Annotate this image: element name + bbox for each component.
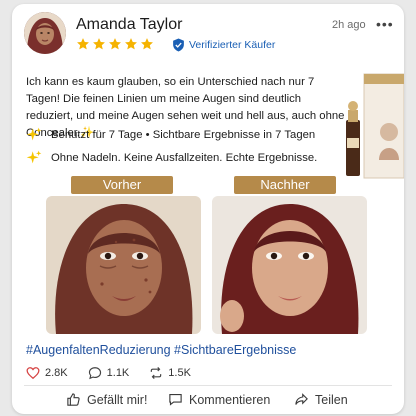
more-options-button[interactable]: ••• bbox=[376, 16, 394, 32]
star-icon bbox=[93, 38, 105, 50]
post-card: Amanda Taylor Verifizierter Käufer 2h ag… bbox=[12, 4, 404, 414]
before-label: Vorher bbox=[71, 176, 173, 194]
before-photo[interactable] bbox=[46, 196, 201, 334]
star-icon bbox=[109, 38, 121, 50]
share-button[interactable]: Teilen bbox=[294, 392, 348, 407]
comment-button[interactable]: Kommentieren bbox=[168, 392, 270, 407]
bullet-text: Benutzt für 7 Tage • Sichtbare Ergebniss… bbox=[51, 129, 316, 141]
likes-count: 2.8K bbox=[45, 367, 68, 379]
comment-label: Kommentieren bbox=[189, 392, 271, 407]
star-icon bbox=[125, 38, 137, 50]
bullet-item: Ohne Nadeln. Keine Ausfallzeiten. Echte … bbox=[26, 150, 317, 166]
repost-icon bbox=[151, 367, 162, 379]
post-header: Amanda Taylor Verifizierter Käufer 2h ag… bbox=[12, 4, 404, 64]
comments-stat[interactable]: 1.1K bbox=[88, 366, 130, 380]
reposts-stat[interactable]: 1.5K bbox=[149, 366, 191, 380]
post-actions: Gefällt mir! Kommentieren Teilen bbox=[12, 392, 404, 412]
sparkle-icon bbox=[26, 150, 42, 164]
likes-stat[interactable]: 2.8K bbox=[26, 366, 68, 380]
bullet-item: Benutzt für 7 Tage • Sichtbare Ergebniss… bbox=[26, 127, 315, 143]
reposts-count: 1.5K bbox=[168, 367, 191, 379]
verified-label: Verifizierter Käufer bbox=[189, 39, 276, 51]
author-avatar[interactable] bbox=[24, 12, 66, 54]
bullet-text: Ohne Nadeln. Keine Ausfallzeiten. Echte … bbox=[51, 152, 318, 164]
post-time: 2h ago bbox=[332, 19, 366, 31]
heart-icon bbox=[26, 367, 40, 380]
comment-icon bbox=[169, 393, 182, 406]
product-image bbox=[342, 70, 404, 180]
like-label: Gefällt mir! bbox=[87, 392, 148, 407]
hashtags[interactable]: #AugenfaltenReduzierung #SichtbareErgebn… bbox=[26, 343, 296, 357]
verified-buyer-badge: Verifizierter Käufer bbox=[172, 38, 275, 52]
after-label: Nachher bbox=[234, 176, 336, 194]
divider bbox=[24, 385, 392, 386]
comment-icon bbox=[88, 367, 101, 380]
star-icon bbox=[77, 38, 89, 50]
share-label: Teilen bbox=[315, 392, 348, 407]
share-icon bbox=[295, 393, 308, 405]
after-photo[interactable] bbox=[212, 196, 367, 334]
shield-check-icon bbox=[173, 38, 184, 52]
rating-stars bbox=[76, 37, 154, 53]
star-icon bbox=[141, 38, 153, 50]
comments-count: 1.1K bbox=[106, 367, 130, 379]
author-name[interactable]: Amanda Taylor bbox=[76, 16, 182, 34]
like-button[interactable]: Gefällt mir! bbox=[66, 392, 147, 407]
sparkle-icon bbox=[26, 127, 42, 141]
reaction-stats: 2.8K 1.1K 1.5K bbox=[26, 365, 211, 381]
thumbs-up-icon bbox=[67, 393, 80, 406]
